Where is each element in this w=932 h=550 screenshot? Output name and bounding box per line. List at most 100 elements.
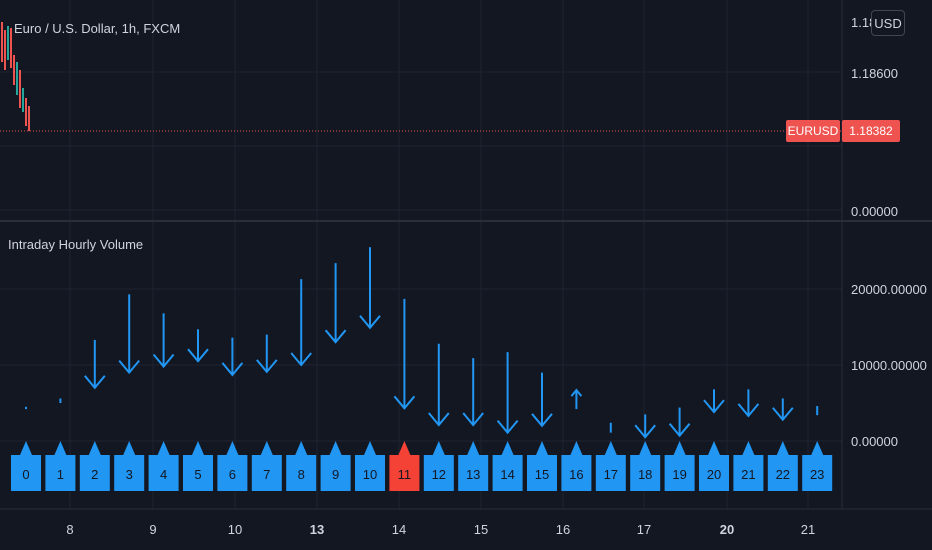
hour-badge-shape <box>217 441 248 491</box>
price-candle <box>28 106 30 131</box>
hour-badge-shape <box>561 441 592 491</box>
hour-badge[interactable]: 19 <box>664 441 695 491</box>
volume-arrow <box>737 389 760 418</box>
hour-badge-shape <box>699 441 729 491</box>
hour-badge[interactable]: 16 <box>561 441 592 491</box>
hour-badge[interactable]: 17 <box>595 441 626 491</box>
hour-badge-label: 6 <box>229 467 236 482</box>
volume-arrow <box>772 398 794 422</box>
hour-badge-label: 20 <box>707 467 721 482</box>
hour-badge-label: 0 <box>22 467 29 482</box>
volume-arrow <box>496 352 519 435</box>
hour-badge[interactable]: 5 <box>183 441 213 491</box>
hour-badge[interactable]: 6 <box>217 441 248 491</box>
time-axis-tick: 21 <box>801 522 815 537</box>
currency-button[interactable]: USD <box>871 10 905 36</box>
hour-badge-shape <box>527 441 557 491</box>
hour-badge[interactable]: 10 <box>355 441 385 491</box>
hour-badge[interactable]: 14 <box>492 441 523 491</box>
hour-badge[interactable]: 2 <box>79 441 110 491</box>
hour-badge[interactable]: 8 <box>286 441 317 491</box>
volume-arrow <box>152 313 175 369</box>
hour-badge-shape <box>802 441 833 491</box>
volume-marks <box>25 247 819 439</box>
chart-canvas[interactable]: Euro / U.S. Dollar, 1h, FXCM 1.18 1.1860… <box>0 0 932 550</box>
volume-axis: 0.00000 10000.00000 20000.00000 <box>851 282 927 449</box>
volume-pane: Intraday Hourly Volume 0.00000 10000.0000… <box>8 237 927 491</box>
hour-badge-label: 22 <box>776 467 790 482</box>
volume-arrow <box>221 337 244 377</box>
grid-lines <box>0 0 843 509</box>
price-candle <box>13 55 15 85</box>
price-candle <box>22 88 24 112</box>
time-axis-tick: 9 <box>149 522 156 537</box>
hour-badge-label: 10 <box>363 467 377 482</box>
hour-badge-shape <box>423 441 454 491</box>
hour-badge-label: 15 <box>535 467 549 482</box>
indicator-title[interactable]: Intraday Hourly Volume <box>8 237 143 252</box>
hour-badge[interactable]: 21 <box>733 441 764 491</box>
volume-axis-tick: 10000.00000 <box>851 358 927 373</box>
time-axis-tick: 8 <box>66 522 73 537</box>
hour-badge-shape <box>630 441 661 491</box>
hour-badge[interactable]: 9 <box>320 441 351 491</box>
hour-badge-label: 11 <box>398 467 412 482</box>
hour-badge-label: 19 <box>672 467 686 482</box>
hour-badge-label: 16 <box>569 467 583 482</box>
hour-badge[interactable]: 7 <box>251 441 282 491</box>
hour-badge[interactable]: 0 <box>11 441 41 491</box>
volume-arrow <box>634 414 656 439</box>
time-axis-tick: 16 <box>556 522 570 537</box>
volume-arrow <box>462 358 484 427</box>
volume-arrow <box>290 279 312 367</box>
hour-badge-shape <box>733 441 764 491</box>
hour-badge-shape <box>458 441 489 491</box>
volume-axis-tick: 20000.00000 <box>851 282 927 297</box>
hour-badge-label: 5 <box>194 467 201 482</box>
hour-badges: 0 1 2 3 4 5 6 7 8 9 10 11 12 13 14 15 16 17 18 19 20 21 22 23 <box>11 441 833 491</box>
price-candle <box>19 70 21 108</box>
hour-badge-label: 12 <box>432 467 446 482</box>
volume-arrow <box>428 343 450 427</box>
time-axis-tick: 17 <box>637 522 651 537</box>
hour-badge-shape <box>355 441 385 491</box>
volume-arrow <box>531 372 553 428</box>
time-axis: 8 9 10 13 14 15 16 17 20 21 <box>66 522 815 537</box>
volume-arrow <box>668 407 691 438</box>
hour-badge-shape <box>664 441 695 491</box>
volume-axis-tick: 0.00000 <box>851 434 898 449</box>
volume-arrow <box>118 294 140 375</box>
hour-badge-shape <box>595 441 626 491</box>
hour-badge-shape <box>286 441 317 491</box>
hour-badge-shape <box>389 441 420 491</box>
time-axis-tick: 15 <box>474 522 488 537</box>
time-axis-tick: 14 <box>392 522 406 537</box>
hour-badge[interactable]: 22 <box>767 441 798 491</box>
hour-badge-label: 21 <box>741 467 755 482</box>
price-candle <box>25 98 27 126</box>
hour-badge-shape <box>79 441 110 491</box>
hour-badge[interactable]: 20 <box>699 441 729 491</box>
hour-badge-label: 13 <box>466 467 480 482</box>
hour-badge-label: 7 <box>263 467 270 482</box>
price-candle <box>10 28 12 68</box>
volume-arrow <box>393 298 416 410</box>
hour-badge[interactable]: 3 <box>114 441 145 491</box>
symbol-tag-label: EURUSD <box>788 124 839 138</box>
price-candle <box>1 22 3 62</box>
hour-badge[interactable]: 15 <box>527 441 557 491</box>
symbol-title[interactable]: Euro / U.S. Dollar, 1h, FXCM <box>14 21 180 36</box>
last-price-tag: 1.18382 <box>842 120 900 142</box>
hour-badge-shape <box>11 441 41 491</box>
hour-badge-label: 3 <box>126 467 133 482</box>
hour-badge-label: 17 <box>604 467 618 482</box>
hour-badge[interactable]: 11 <box>389 441 420 491</box>
last-price-value: 1.18382 <box>849 124 893 138</box>
hour-badge[interactable]: 18 <box>630 441 661 491</box>
price-candle <box>16 62 18 95</box>
hour-badge[interactable]: 12 <box>423 441 454 491</box>
hour-badge[interactable]: 1 <box>45 441 76 491</box>
hour-badge[interactable]: 13 <box>458 441 489 491</box>
hour-badge[interactable]: 23 <box>802 441 833 491</box>
volume-arrow <box>256 334 278 374</box>
